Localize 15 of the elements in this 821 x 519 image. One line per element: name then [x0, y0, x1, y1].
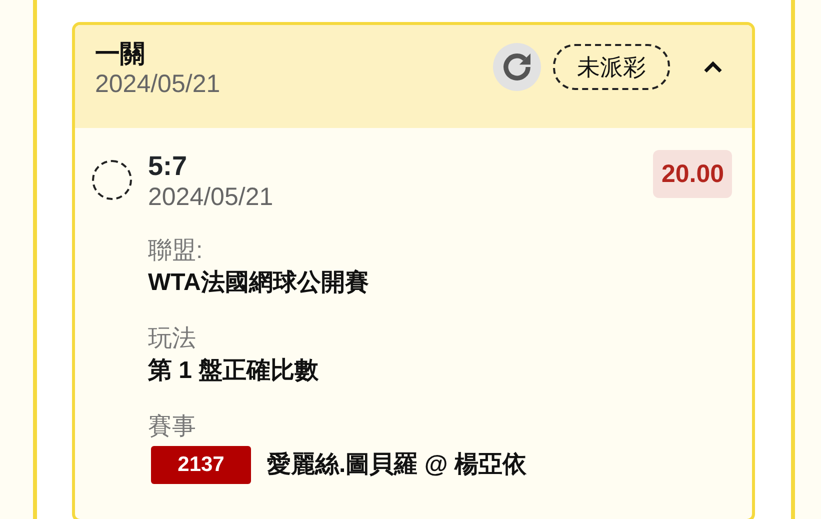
bet-type: 一關	[95, 39, 146, 69]
odds-value: 20.00	[653, 150, 732, 198]
selection-date: 2024/05/21	[148, 182, 274, 212]
refresh-button[interactable]	[493, 43, 541, 91]
score-pick: 5:7	[148, 150, 188, 182]
match-number: 2137	[151, 446, 251, 484]
field-value: 第 1 盤正確比數	[148, 356, 320, 386]
match-name: 愛麗絲.圖貝羅 @ 楊亞依	[267, 450, 526, 480]
bet-date: 2024/05/21	[95, 69, 222, 99]
field-value: WTA法國網球公開賽	[148, 268, 370, 298]
field-label: 玩法	[148, 324, 197, 354]
status-badge: 未派彩	[553, 44, 670, 90]
selection-radio[interactable]	[92, 160, 132, 200]
field-label: 賽事	[148, 412, 197, 442]
field-label: 聯盟:	[148, 236, 204, 266]
